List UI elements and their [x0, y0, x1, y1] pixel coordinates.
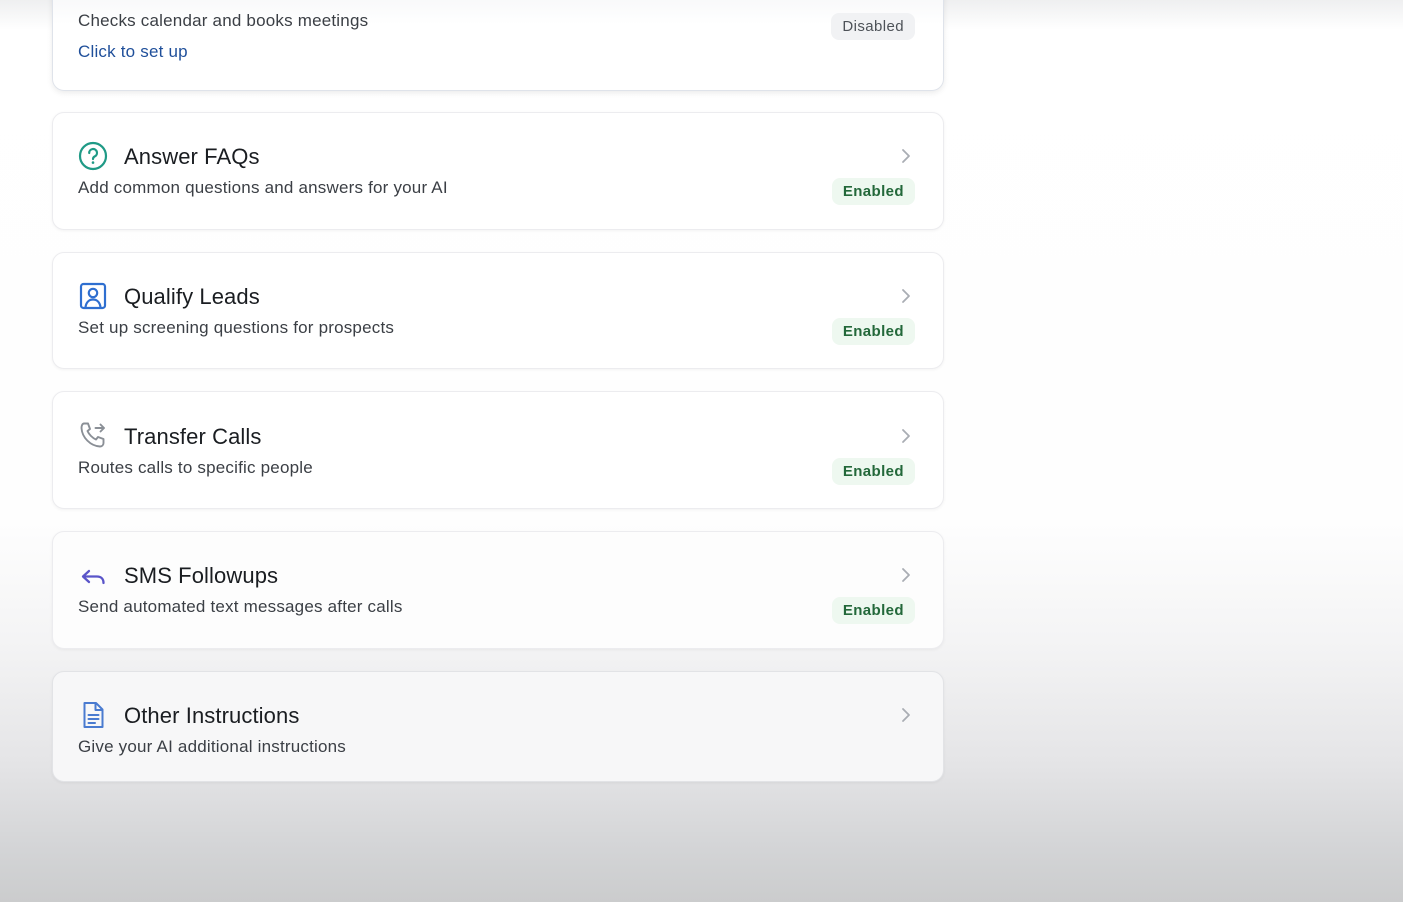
- document-icon: [78, 700, 108, 730]
- card-title: Qualify Leads: [124, 284, 260, 309]
- user-badge-icon: [78, 281, 108, 311]
- calendar-icon: [78, 0, 108, 1]
- chevron-right-icon: [902, 289, 910, 303]
- chevron-right-icon: [902, 149, 910, 163]
- phone-forward-icon: [78, 420, 108, 450]
- card-description: Send automated text messages after calls: [78, 597, 403, 616]
- status-badge: Disabled: [831, 13, 915, 40]
- chevron-right-icon: [902, 708, 910, 722]
- card-answer-faqs[interactable]: Answer FAQs Add common questions and ans…: [52, 112, 944, 230]
- reply-arrow-icon: [78, 562, 108, 592]
- chevron-right-icon: [902, 568, 910, 582]
- status-badge: Enabled: [831, 318, 915, 345]
- status-badge: Enabled: [831, 178, 915, 205]
- question-circle-icon: [78, 141, 108, 171]
- card-title: SMS Followups: [124, 563, 279, 588]
- card-description: Routes calls to specific people: [78, 458, 313, 477]
- status-badge: Enabled: [831, 458, 915, 485]
- card-description: Add common questions and answers for you…: [78, 178, 448, 197]
- card-book-appointments[interactable]: Checks calendar and books meetings Click…: [52, 0, 944, 91]
- card-sms-followups[interactable]: SMS Followups Send automated text messag…: [52, 531, 944, 649]
- status-badge: Enabled: [831, 597, 915, 624]
- card-qualify-leads[interactable]: Qualify Leads Set up screening questions…: [52, 252, 944, 369]
- card-title: Transfer Calls: [124, 424, 262, 449]
- card-title: Answer FAQs: [124, 144, 260, 169]
- chevron-right-icon: [902, 429, 910, 443]
- card-description: Give your AI additional instructions: [78, 737, 347, 756]
- card-description: Checks calendar and books meetings: [78, 11, 369, 30]
- card-title: Other Instructions: [124, 703, 300, 728]
- card-description: Set up screening questions for prospects: [78, 318, 395, 337]
- setup-link[interactable]: Click to set up: [78, 42, 188, 62]
- card-other-instructions[interactable]: Other Instructions Give your AI addition…: [52, 671, 944, 782]
- card-transfer-calls[interactable]: Transfer Calls Routes calls to specific …: [52, 391, 944, 509]
